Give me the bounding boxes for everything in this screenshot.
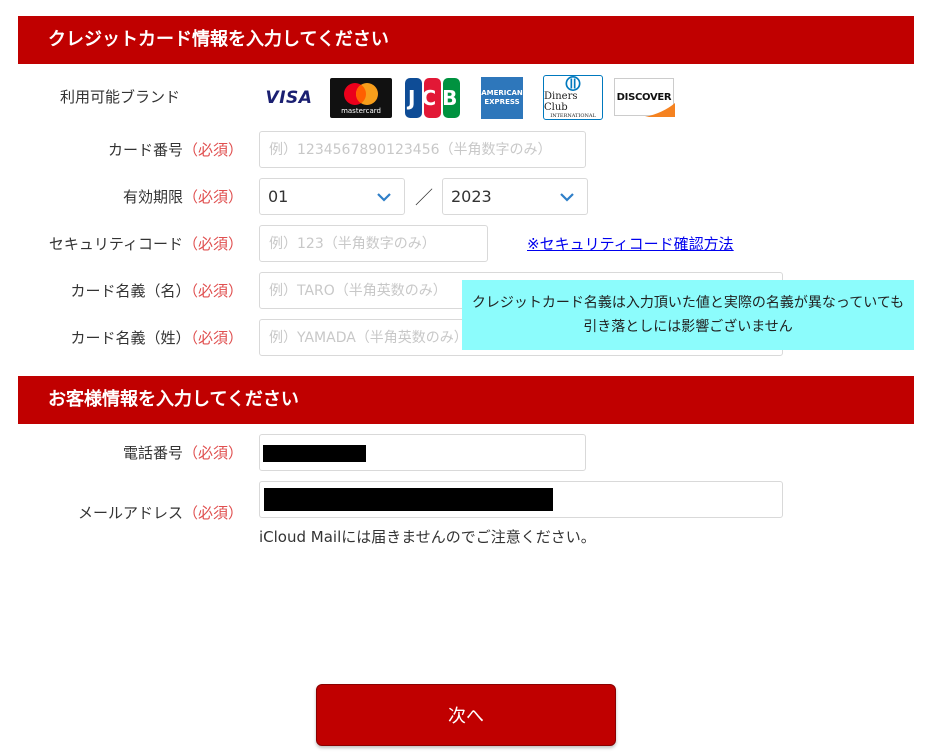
- available-brands-label: 利用可能ブランド: [60, 88, 181, 106]
- required-mark: （必須）: [182, 188, 243, 206]
- customer-info-section-header: お客様情報を入力してください: [18, 376, 914, 424]
- email-note: iCloud Mailには届きませんのでご注意ください。: [259, 528, 596, 546]
- phone-label: 電話番号（必須）: [123, 442, 243, 463]
- card-name-tooltip: クレジットカード名義は入力頂いた値と実際の名義が異なっていても 引き落としには影…: [462, 280, 914, 350]
- chevron-down-icon: [377, 193, 391, 202]
- expiry-label-text: 有効期限: [122, 188, 183, 206]
- card-name-first-label-text: カード名義（名）: [70, 282, 191, 300]
- email-label-text: メールアドレス: [77, 504, 183, 522]
- expiry-month-select[interactable]: 01: [259, 178, 405, 215]
- card-name-first-label: カード名義（名）（必須）: [70, 280, 243, 301]
- expiry-label: 有効期限（必須）: [123, 186, 243, 207]
- required-mark: （必須）: [190, 329, 243, 347]
- email-redaction: [264, 488, 553, 511]
- card-name-last-label-text: カード名義（姓）: [70, 329, 191, 347]
- card-info-section-header: クレジットカード情報を入力してください: [18, 16, 914, 64]
- required-mark: （必須）: [182, 504, 243, 522]
- required-mark: （必須）: [190, 282, 243, 300]
- email-label: メールアドレス（必須）: [78, 502, 243, 523]
- mastercard-logo: mastercard: [330, 78, 392, 118]
- card-number-input[interactable]: [259, 131, 586, 168]
- mastercard-logo-text: mastercard: [341, 106, 381, 115]
- expiry-month-value: 01: [268, 187, 289, 206]
- jcb-logo-text: JCB: [408, 86, 464, 110]
- next-button[interactable]: 次へ: [316, 684, 616, 746]
- required-mark: （必須）: [182, 235, 243, 253]
- expiry-year-value: 2023: [451, 187, 492, 206]
- phone-label-text: 電話番号: [122, 444, 183, 462]
- amex-logo-text-line1: AMERICAN: [481, 89, 523, 97]
- required-mark: （必須）: [182, 141, 243, 159]
- required-mark: （必須）: [182, 444, 243, 462]
- visa-logo: VISA: [262, 78, 316, 118]
- discover-orange-swoosh-icon: [645, 103, 675, 117]
- jcb-logo: JCB: [404, 77, 461, 119]
- expiry-separator: ／: [415, 188, 433, 209]
- amex-logo-text-line2: EXPRESS: [484, 98, 520, 106]
- card-name-last-label: カード名義（姓）（必須）: [70, 327, 243, 348]
- security-code-input[interactable]: [259, 225, 488, 262]
- diners-club-emblem-icon: [565, 76, 581, 91]
- mastercard-circles-icon: [344, 82, 378, 105]
- security-code-label: セキュリティコード（必須）: [49, 233, 243, 254]
- card-number-label: カード番号（必須）: [108, 139, 243, 160]
- expiry-year-select[interactable]: 2023: [442, 178, 588, 215]
- card-number-label-text: カード番号: [107, 141, 183, 159]
- visa-logo-text: VISA: [265, 88, 313, 108]
- tooltip-line-1: クレジットカード名義は入力頂いた値と実際の名義が異なっていても: [471, 295, 905, 311]
- discover-logo: DISCOVER: [614, 78, 675, 117]
- amex-logo: AMERICAN EXPRESS: [481, 77, 523, 119]
- phone-redaction: [263, 445, 366, 462]
- security-code-label-text: セキュリティコード: [48, 235, 183, 253]
- diners-club-logo-text-line1: Diners Club: [544, 91, 578, 113]
- security-code-help-link[interactable]: ※セキュリティコード確認方法: [527, 233, 734, 254]
- diners-club-logo-text-line2: INTERNATIONAL: [550, 113, 596, 119]
- diners-club-logo: Diners Club INTERNATIONAL: [543, 75, 603, 120]
- tooltip-line-2: 引き落としには影響ございません: [583, 319, 793, 335]
- chevron-down-icon: [560, 193, 574, 202]
